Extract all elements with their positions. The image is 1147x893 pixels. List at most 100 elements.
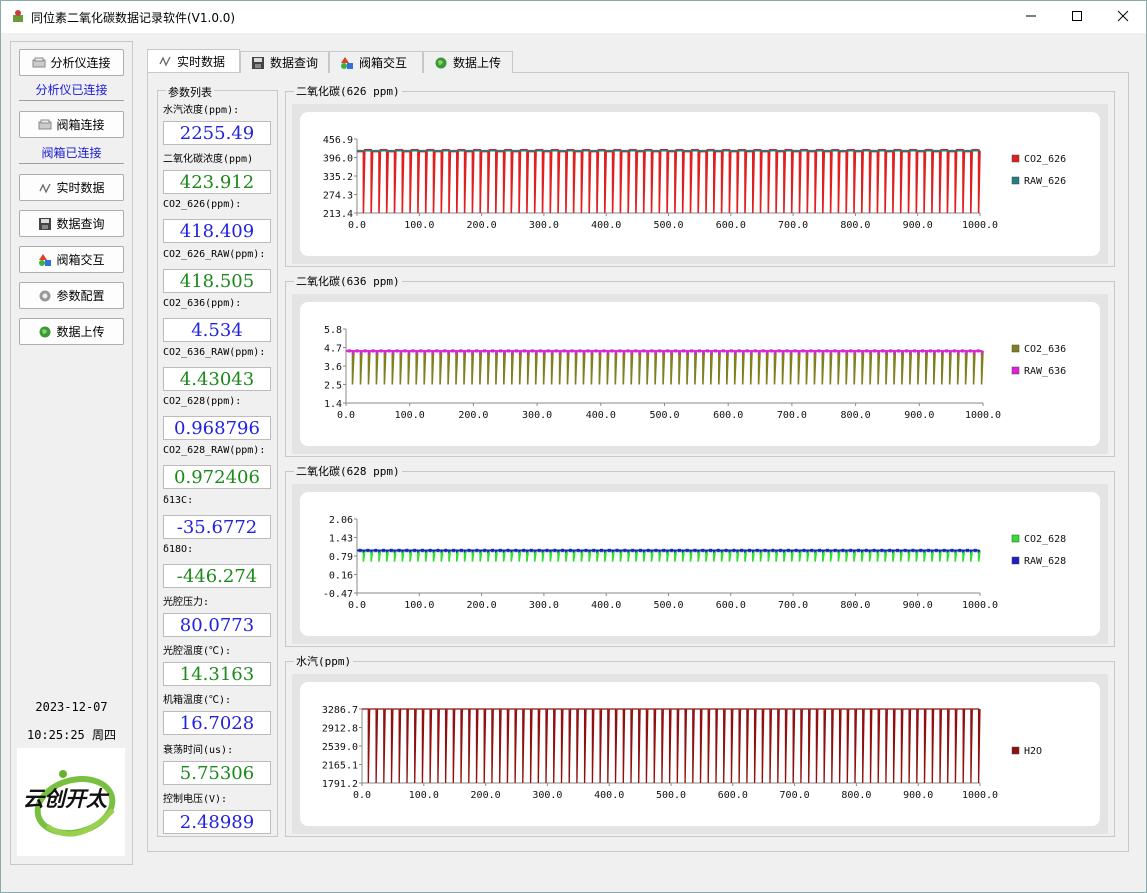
- series-point: [857, 349, 861, 353]
- x-tick-label: 500.0: [649, 410, 679, 421]
- legend-swatch: [1011, 366, 1020, 375]
- series-point: [685, 548, 689, 552]
- series-point: [716, 548, 720, 552]
- y-tick-label: 4.7: [324, 344, 342, 355]
- series-point: [529, 548, 533, 552]
- series-point: [976, 349, 980, 353]
- series-point: [755, 548, 759, 552]
- series-point: [459, 548, 463, 552]
- y-tick-label: -0.47: [323, 589, 353, 600]
- x-tick-label: 700.0: [780, 790, 810, 801]
- series-point: [592, 548, 596, 552]
- chart-group: 二氧化碳(626 ppm) 456.9 396.0 335.2 274.3 213.4 0.…: [285, 83, 1115, 267]
- parameter-label: 二氧化碳浓度(ppm): [163, 154, 254, 165]
- series-point: [849, 548, 853, 552]
- series-point: [968, 349, 972, 353]
- series-point: [903, 548, 907, 552]
- x-tick-label: 300.0: [522, 410, 552, 421]
- maximize-button[interactable]: [1054, 1, 1100, 31]
- x-tick-label: 400.0: [594, 790, 624, 801]
- device-icon: [38, 119, 52, 129]
- series-point: [958, 548, 962, 552]
- series-point: [610, 349, 614, 353]
- series-point: [506, 548, 510, 552]
- legend-label: RAW_628: [1024, 556, 1066, 567]
- series-point: [666, 349, 670, 353]
- close-button[interactable]: [1100, 1, 1146, 31]
- series-point: [801, 349, 805, 353]
- x-tick-label: 500.0: [653, 220, 683, 231]
- y-tick-label: 213.4: [323, 209, 353, 220]
- series-point: [522, 349, 526, 353]
- series-point: [607, 548, 611, 552]
- y-tick-label: 2.5: [324, 381, 342, 392]
- nav-valve-button[interactable]: 阀箱交互: [19, 246, 124, 273]
- series-point: [642, 349, 646, 353]
- gear-icon: [39, 290, 51, 301]
- series-point: [911, 548, 915, 552]
- nav-query-button[interactable]: 数据查询: [19, 210, 124, 237]
- tab-realtime[interactable]: 实时数据: [147, 49, 240, 72]
- series-point: [411, 349, 415, 353]
- series-point: [553, 548, 557, 552]
- series-point: [880, 548, 884, 552]
- series-point: [602, 349, 606, 353]
- parameter-label: 衰荡时间(us):: [163, 745, 234, 756]
- nav-label: 参数配置: [56, 289, 105, 303]
- chart-title: 二氧化碳(636 ppm): [294, 273, 402, 289]
- nav-realtime-button[interactable]: 实时数据: [19, 174, 124, 201]
- series-point: [761, 349, 765, 353]
- valve-connect-button[interactable]: 阀箱连接: [19, 111, 124, 138]
- minimize-icon: [1026, 15, 1036, 17]
- series-point: [650, 349, 654, 353]
- series-point: [674, 349, 678, 353]
- analyzer-connect-button[interactable]: 分析仪连接: [19, 49, 124, 76]
- series-point: [623, 548, 627, 552]
- y-tick-label: 456.9: [323, 135, 353, 146]
- x-tick-label: 400.0: [586, 410, 616, 421]
- series-point: [960, 349, 964, 353]
- x-tick-label: 1000.0: [962, 790, 998, 801]
- parameter-value: 14.3163: [163, 662, 271, 686]
- series-point: [428, 548, 432, 552]
- series-point: [413, 548, 417, 552]
- series-point: [506, 349, 510, 353]
- x-tick-label: 800.0: [840, 600, 870, 611]
- series-point: [921, 349, 924, 353]
- minimize-button[interactable]: [1008, 1, 1054, 31]
- series-point: [459, 349, 463, 353]
- series-point: [538, 349, 542, 353]
- series-point: [889, 349, 893, 353]
- series-point: [451, 349, 455, 353]
- series-point: [864, 548, 868, 552]
- parameter-value: 5.75306: [163, 761, 271, 785]
- parameter-label: CO2_636_RAW(ppm):: [163, 347, 266, 358]
- series-point: [537, 548, 541, 552]
- nav-config-button[interactable]: 参数配置: [19, 282, 124, 309]
- tab-valve[interactable]: 阀箱交互: [329, 51, 423, 73]
- series-point: [793, 349, 797, 353]
- series-point: [562, 349, 566, 353]
- device-icon: [32, 57, 46, 67]
- series-point: [618, 349, 622, 353]
- tab-upload[interactable]: 数据上传: [423, 51, 513, 73]
- series-point: [363, 349, 367, 353]
- x-tick-label: 700.0: [778, 600, 808, 611]
- series-point: [881, 349, 885, 353]
- tab-query[interactable]: 数据查询: [240, 51, 329, 73]
- nav-upload-button[interactable]: 数据上传: [19, 318, 124, 345]
- globe-icon: [39, 326, 51, 337]
- parameter-label: CO2_636(ppm):: [163, 298, 242, 309]
- parameter-value: 2.48989: [163, 810, 271, 834]
- series-point: [419, 349, 423, 353]
- x-tick-label: 400.0: [591, 220, 621, 231]
- y-tick-label: 1.43: [329, 534, 353, 545]
- parameter-label: δ18O:: [163, 544, 194, 555]
- parameter-label: 机箱温度(℃):: [163, 695, 232, 706]
- series-point: [395, 349, 399, 353]
- series-point: [584, 548, 588, 552]
- parameter-value: 16.7028: [163, 711, 271, 735]
- series-point: [849, 349, 853, 353]
- x-tick-label: 800.0: [841, 790, 871, 801]
- series-point: [405, 548, 409, 552]
